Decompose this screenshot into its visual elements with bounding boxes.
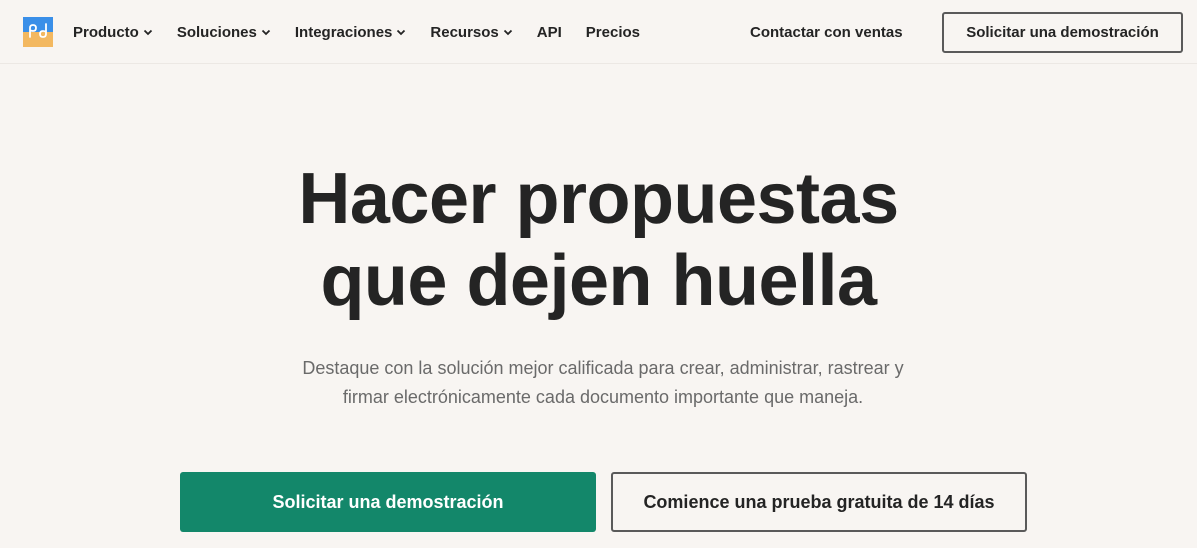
nav-item-api[interactable]: API bbox=[537, 0, 562, 64]
nav-item-soluciones[interactable]: Soluciones bbox=[177, 0, 271, 64]
chevron-down-icon bbox=[261, 29, 271, 36]
page: Producto Soluciones Integraciones Recurs… bbox=[0, 0, 1197, 548]
nav-item-precios[interactable]: Precios bbox=[586, 0, 640, 64]
chevron-down-icon bbox=[143, 29, 152, 36]
nav-item-label: Recursos bbox=[430, 23, 499, 41]
chevron-down-icon bbox=[397, 29, 406, 36]
hero-title-line: Hacer propuestas bbox=[298, 159, 899, 239]
contact-sales-link[interactable]: Contactar con ventas bbox=[750, 0, 903, 64]
nav-item-label: Producto bbox=[73, 23, 139, 41]
free-trial-button[interactable]: Comience una prueba gratuita de 14 días bbox=[611, 472, 1027, 532]
request-demo-button[interactable]: Solicitar una demostración bbox=[180, 472, 596, 532]
nav-item-producto[interactable]: Producto bbox=[73, 0, 153, 64]
logo-mark-icon bbox=[29, 23, 47, 38]
main-nav: Producto Soluciones Integraciones Recurs… bbox=[73, 0, 664, 64]
nav-item-recursos[interactable]: Recursos bbox=[430, 0, 512, 64]
nav-item-label: Soluciones bbox=[176, 23, 257, 41]
hero-title-line: que dejen huella bbox=[320, 241, 877, 321]
nav-item-label: Precios bbox=[585, 23, 640, 41]
chevron-down-icon bbox=[503, 29, 512, 36]
header-demo-button[interactable]: Solicitar una demostración bbox=[942, 12, 1183, 53]
nav-item-integraciones[interactable]: Integraciones bbox=[295, 0, 407, 64]
nav-item-label: API bbox=[536, 23, 562, 41]
nav-item-label: Integraciones bbox=[294, 23, 393, 41]
site-header: Producto Soluciones Integraciones Recurs… bbox=[0, 0, 1197, 64]
pandadoc-logo-icon[interactable] bbox=[23, 17, 53, 47]
hero-subtitle: Destaque con la solución mejor calificad… bbox=[302, 358, 904, 407]
hero-title: Hacer propuestas que dejen huella bbox=[0, 158, 1197, 322]
